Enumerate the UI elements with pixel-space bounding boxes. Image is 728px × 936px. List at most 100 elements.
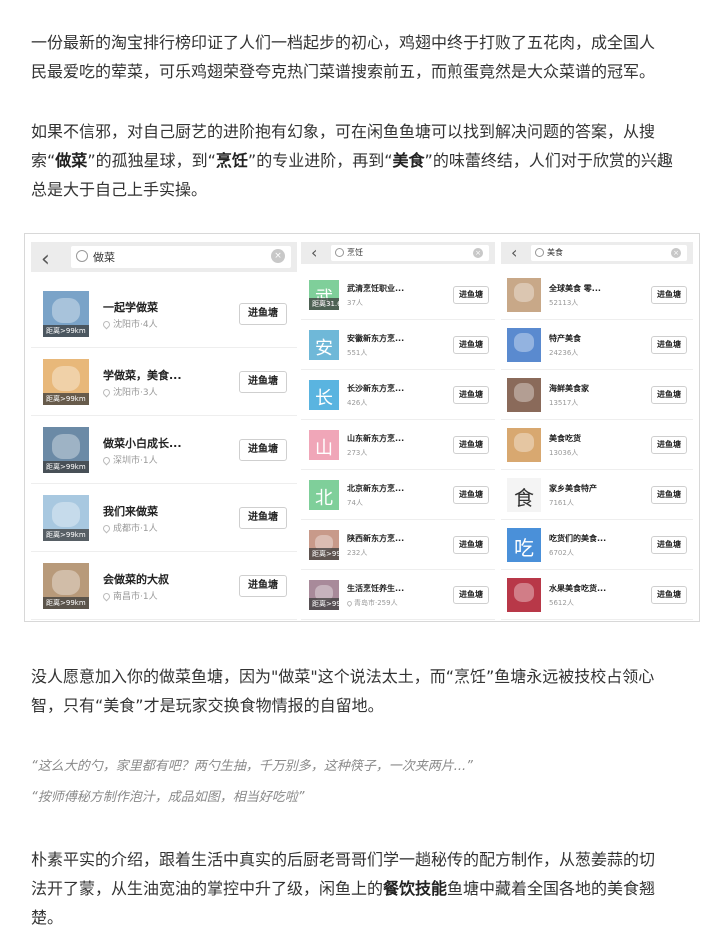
pond-name: 做菜小白成长... [103,437,182,450]
pond-avatar: 距离>99km [43,495,89,541]
pond-list-item[interactable]: 距离>99km 做菜小白成长... 深圳市·1人 进鱼塘 [31,416,297,484]
pond-list-item[interactable]: 长 长沙新东方烹... 426人 进鱼塘 [301,370,495,420]
pond-list-item[interactable]: 距离>99km 我们来做菜 成都市·1人 进鱼塘 [31,484,297,552]
pond-meta: 深圳市·1人 [101,453,158,466]
join-pond-button[interactable]: 进鱼塘 [453,436,489,454]
location-icon [101,455,112,466]
back-arrow-icon[interactable]: ‹ [41,247,50,272]
search-results-screenshot: ‹ 做菜 × 距离>99km 一起学做菜 沈阳市·4人 进鱼塘 距离>99km 学做菜，美食..… [24,233,700,622]
pond-meta-text: 273人 [347,449,368,457]
pond-meta-text: 6702人 [549,549,574,557]
pond-list-item[interactable]: 距离>99km 陕西新东方烹... 232人 进鱼塘 [301,520,495,570]
pond-list-item[interactable]: 特产美食 24236人 进鱼塘 [501,320,693,370]
back-arrow-icon[interactable]: ‹ [511,243,517,262]
avatar-glyph: 长 [315,387,333,409]
text: 法开了蒙，从生油宽油的掌控中升了级，闲鱼上的 [31,879,384,898]
pond-name: 北京新东方烹... [347,484,405,493]
pond-list-item[interactable]: 全球美食 零... 52113人 进鱼塘 [501,270,693,320]
join-pond-button[interactable]: 进鱼塘 [453,386,489,404]
back-arrow-icon[interactable]: ‹ [311,243,317,262]
location-icon [101,591,112,602]
paragraph-line: 楚。 [31,908,64,927]
pond-name: 山东新东方烹... [347,434,405,443]
paragraph-line: 朴素平实的介绍，跟着生活中真实的后厨老哥哥们学一趟秘传的配方制作，从葱姜蒜的切 [31,850,656,869]
text: ”的孤独星球，到“ [87,151,216,170]
join-pond-button[interactable]: 进鱼塘 [239,575,287,597]
pond-meta-text: 232人 [347,549,368,557]
join-pond-button[interactable]: 进鱼塘 [239,371,287,393]
panel-cooking: ‹ 做菜 × 距离>99km 一起学做菜 沈阳市·4人 进鱼塘 距离>99km 学做菜，美食..… [31,242,297,620]
join-pond-button[interactable]: 进鱼塘 [453,486,489,504]
pond-list-item[interactable]: 吃 吃货们的美食... 6702人 进鱼塘 [501,520,693,570]
join-pond-button[interactable]: 进鱼塘 [239,507,287,529]
join-pond-button[interactable]: 进鱼塘 [453,336,489,354]
join-pond-button[interactable]: 进鱼塘 [453,536,489,554]
location-icon [101,387,112,398]
join-pond-button[interactable]: 进鱼塘 [651,286,687,304]
pond-avatar: 吃 [507,528,541,562]
pond-list-item[interactable]: 武距离31.6km 武清烹饪职业... 37人 进鱼塘 [301,270,495,320]
pond-name: 长沙新东方烹... [347,384,405,393]
pond-list-item[interactable]: 距离>99km 学做菜，美食... 沈阳市·3人 进鱼塘 [31,348,297,416]
pond-list-item[interactable]: 海鲜美食家 13517人 进鱼塘 [501,370,693,420]
pond-avatar: 距离>99km [309,530,339,560]
join-pond-button[interactable]: 进鱼塘 [651,336,687,354]
pond-list-item[interactable]: 距离>99km 会做菜的大叔 南昌市·1人 进鱼塘 [31,552,297,620]
search-keyword: 做菜 [93,251,115,264]
avatar-glyph: 北 [315,487,333,509]
join-pond-button[interactable]: 进鱼塘 [651,386,687,404]
pond-name: 学做菜，美食... [103,369,182,382]
join-pond-button[interactable]: 进鱼塘 [453,586,489,604]
search-icon [76,250,88,262]
search-bar: ‹ 做菜 × [31,242,297,272]
join-pond-button[interactable]: 进鱼塘 [651,536,687,554]
distance-badge: 距离>99km [43,461,89,473]
avatar-image [513,283,535,302]
pond-list-item[interactable]: 山 山东新东方烹... 273人 进鱼塘 [301,420,495,470]
pond-name: 全球美食 零... [549,284,601,293]
join-pond-button[interactable]: 进鱼塘 [239,439,287,461]
pond-list-item[interactable]: 食 家乡美食特产 7161人 进鱼塘 [501,470,693,520]
search-input[interactable]: 做菜 × [71,246,291,268]
pond-list-item[interactable]: 水果美食吃货... 5612人 进鱼塘 [501,570,693,620]
pond-meta: 沈阳市·4人 [101,317,158,330]
pond-list-item[interactable]: 北 北京新东方烹... 74人 进鱼塘 [301,470,495,520]
pond-name: 家乡美食特产 [549,484,597,493]
join-pond-button[interactable]: 进鱼塘 [651,486,687,504]
pond-name: 安徽新东方烹... [347,334,405,343]
text: ”的专业进阶，再到“ [247,151,393,170]
join-pond-button[interactable]: 进鱼塘 [453,286,489,304]
pond-avatar: 距离>99km [43,359,89,405]
pond-list-item[interactable]: 安 安徽新东方烹... 551人 进鱼塘 [301,320,495,370]
text: ”的味蕾终结，人们对于欣赏的兴趣 [424,151,673,170]
distance-badge: 距离>99km [43,325,89,337]
pond-avatar: 北 [309,480,339,510]
clear-icon[interactable]: × [473,248,483,258]
search-input[interactable]: 美食 × [531,245,687,261]
distance-badge: 距离>99km [43,393,89,405]
search-input[interactable]: 烹饪 × [331,245,489,261]
pond-avatar: 山 [309,430,339,460]
pond-list-item[interactable]: 距离>99km 生活烹饪养生... 青岛市·259人 进鱼塘 [301,570,495,620]
pond-meta-text: 551人 [347,349,368,357]
pond-list-item[interactable]: 美食吃货 13036人 进鱼塘 [501,420,693,470]
paragraph-line: 总是大于自己上手实操。 [31,180,208,199]
pond-meta: 南昌市·1人 [101,589,158,602]
avatar-glyph: 安 [315,337,333,359]
clear-icon[interactable]: × [271,249,285,263]
location-icon [345,599,354,607]
search-bar: ‹ 美食 × [501,242,693,264]
avatar-image [52,365,80,392]
location-icon [101,319,112,330]
join-pond-button[interactable]: 进鱼塘 [651,436,687,454]
search-keyword: 烹饪 [347,248,363,257]
search-icon [335,248,344,257]
clear-icon[interactable]: × [671,248,681,258]
pond-avatar [507,428,541,462]
join-pond-button[interactable]: 进鱼塘 [239,303,287,325]
pond-list-item[interactable]: 距离>99km 一起学做菜 沈阳市·4人 进鱼塘 [31,280,297,348]
join-pond-button[interactable]: 进鱼塘 [651,586,687,604]
avatar-image [52,501,80,528]
pond-meta: 426人 [347,398,367,408]
search-bar: ‹ 烹饪 × [301,242,495,264]
